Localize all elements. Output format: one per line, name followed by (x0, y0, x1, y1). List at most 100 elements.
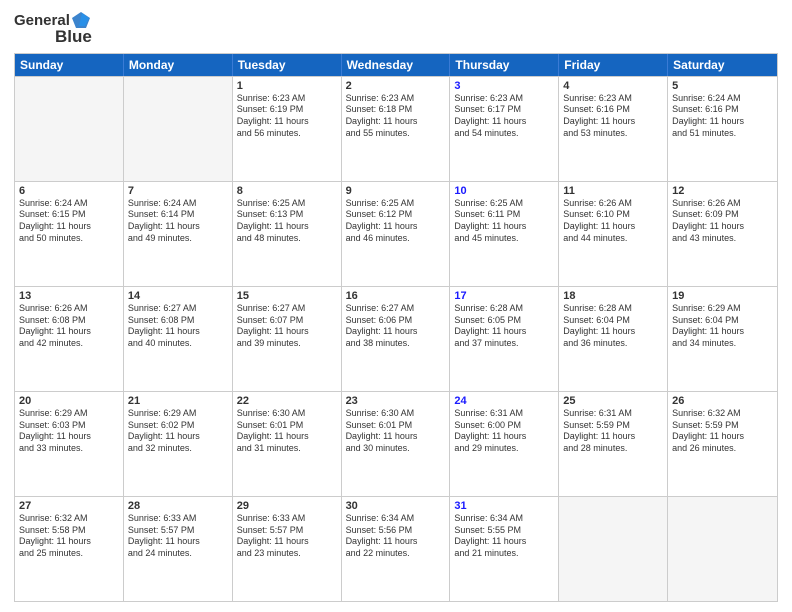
cell-line: Daylight: 11 hours (672, 221, 773, 233)
cell-line: and 22 minutes. (346, 548, 446, 560)
cell-line: Daylight: 11 hours (237, 221, 337, 233)
cell-line: Sunset: 5:57 PM (237, 525, 337, 537)
cell-line: Daylight: 11 hours (563, 431, 663, 443)
header-day-sunday: Sunday (15, 54, 124, 76)
cell-line: Daylight: 11 hours (237, 431, 337, 443)
cell-line: Daylight: 11 hours (128, 536, 228, 548)
cell-line: and 42 minutes. (19, 338, 119, 350)
cell-line: and 40 minutes. (128, 338, 228, 350)
cell-line: Sunset: 6:04 PM (563, 315, 663, 327)
cell-line: Daylight: 11 hours (563, 116, 663, 128)
cal-cell-empty-6 (668, 497, 777, 601)
cell-line: Daylight: 11 hours (454, 116, 554, 128)
header-day-friday: Friday (559, 54, 668, 76)
cell-line: Sunrise: 6:30 AM (346, 408, 446, 420)
cal-cell-2: 2Sunrise: 6:23 AMSunset: 6:18 PMDaylight… (342, 77, 451, 181)
cell-line: Sunrise: 6:31 AM (563, 408, 663, 420)
cell-line: Sunrise: 6:33 AM (128, 513, 228, 525)
cell-line: Sunset: 6:13 PM (237, 209, 337, 221)
cell-line: and 37 minutes. (454, 338, 554, 350)
day-number: 11 (563, 185, 663, 197)
cal-cell-28: 28Sunrise: 6:33 AMSunset: 5:57 PMDayligh… (124, 497, 233, 601)
cell-line: and 53 minutes. (563, 128, 663, 140)
cal-cell-3: 3Sunrise: 6:23 AMSunset: 6:17 PMDaylight… (450, 77, 559, 181)
cal-cell-23: 23Sunrise: 6:30 AMSunset: 6:01 PMDayligh… (342, 392, 451, 496)
cell-line: Sunrise: 6:23 AM (563, 93, 663, 105)
cell-line: Sunset: 6:02 PM (128, 420, 228, 432)
cal-cell-17: 17Sunrise: 6:28 AMSunset: 6:05 PMDayligh… (450, 287, 559, 391)
cal-cell-30: 30Sunrise: 6:34 AMSunset: 5:56 PMDayligh… (342, 497, 451, 601)
calendar-body: 1 Sunrise: 6:23 AM Sunset: 6:19 PM Daylight… (15, 76, 777, 601)
cell-line: Sunset: 6:04 PM (672, 315, 773, 327)
cell-line: and 24 minutes. (128, 548, 228, 560)
cell-line: and 36 minutes. (563, 338, 663, 350)
cell-line: Daylight: 11 hours (454, 221, 554, 233)
cell-line: Sunset: 6:10 PM (563, 209, 663, 221)
cell-line: Sunrise: 6:24 AM (672, 93, 773, 105)
cell-line: Daylight: 11 hours (346, 116, 446, 128)
cell-line: Daylight: 11 hours (563, 221, 663, 233)
cell-line: Sunset: 6:15 PM (19, 209, 119, 221)
cell-line: Sunrise: 6:29 AM (672, 303, 773, 315)
cal-cell-31: 31Sunrise: 6:34 AMSunset: 5:55 PMDayligh… (450, 497, 559, 601)
cal-cell-25: 25Sunrise: 6:31 AMSunset: 5:59 PMDayligh… (559, 392, 668, 496)
cell-line: Sunset: 5:57 PM (128, 525, 228, 537)
day-number: 22 (237, 395, 337, 407)
cell-line: Sunset: 6:07 PM (237, 315, 337, 327)
cell-line: Sunrise: 6:33 AM (237, 513, 337, 525)
cell-line: Sunrise: 6:27 AM (128, 303, 228, 315)
cell-line: Sunrise: 6:25 AM (237, 198, 337, 210)
cal-row-0: 1 Sunrise: 6:23 AM Sunset: 6:19 PM Daylight… (15, 76, 777, 181)
day-number: 8 (237, 185, 337, 197)
cell-line: and 23 minutes. (237, 548, 337, 560)
cell-line: Sunset: 6:08 PM (19, 315, 119, 327)
cell-line: Daylight: 11 hours (454, 536, 554, 548)
cal-cell-7: 7Sunrise: 6:24 AMSunset: 6:14 PMDaylight… (124, 182, 233, 286)
cell-line: Daylight: 11 hours (563, 326, 663, 338)
cell-line: Sunset: 5:56 PM (346, 525, 446, 537)
cell-line: Sunrise: 6:24 AM (128, 198, 228, 210)
cal-row-3: 20Sunrise: 6:29 AMSunset: 6:03 PMDayligh… (15, 391, 777, 496)
day-number: 28 (128, 500, 228, 512)
cal-row-2: 13Sunrise: 6:26 AMSunset: 6:08 PMDayligh… (15, 286, 777, 391)
cell-line: Sunrise: 6:29 AM (19, 408, 119, 420)
cell-line: and 34 minutes. (672, 338, 773, 350)
cell-line: Sunrise: 6:24 AM (19, 198, 119, 210)
cell-line: and 32 minutes. (128, 443, 228, 455)
cell-line: Daylight: 11 hours (128, 221, 228, 233)
cell-line: and 28 minutes. (563, 443, 663, 455)
cell-line: Sunset: 6:05 PM (454, 315, 554, 327)
cell-line: and 54 minutes. (454, 128, 554, 140)
cell-line: Daylight: 11 hours (237, 326, 337, 338)
cell-line: Sunset: 6:19 PM (237, 104, 337, 116)
cell-line: Sunrise: 6:28 AM (454, 303, 554, 315)
day-number: 4 (563, 80, 663, 92)
cell-line: and 55 minutes. (346, 128, 446, 140)
cal-cell-14: 14Sunrise: 6:27 AMSunset: 6:08 PMDayligh… (124, 287, 233, 391)
day-number: 9 (346, 185, 446, 197)
cell-line: and 25 minutes. (19, 548, 119, 560)
cell-line: and 51 minutes. (672, 128, 773, 140)
logo: General Blue (14, 10, 92, 47)
cal-cell-8: 8Sunrise: 6:25 AMSunset: 6:13 PMDaylight… (233, 182, 342, 286)
header-day-thursday: Thursday (450, 54, 559, 76)
cell-line: Daylight: 11 hours (19, 326, 119, 338)
cell-line: and 26 minutes. (672, 443, 773, 455)
header-day-wednesday: Wednesday (342, 54, 451, 76)
header-day-saturday: Saturday (668, 54, 777, 76)
cell-line: Daylight: 11 hours (672, 326, 773, 338)
cal-cell-9: 9Sunrise: 6:25 AMSunset: 6:12 PMDaylight… (342, 182, 451, 286)
logo-text-blue: Blue (55, 28, 92, 47)
cell-line: and 31 minutes. (237, 443, 337, 455)
cal-cell-21: 21Sunrise: 6:29 AMSunset: 6:02 PMDayligh… (124, 392, 233, 496)
day-number: 25 (563, 395, 663, 407)
cell-line: Sunrise: 6:29 AM (128, 408, 228, 420)
day-number: 1 (237, 80, 337, 92)
cell-line: Sunset: 6:09 PM (672, 209, 773, 221)
cell-line: Sunset: 6:14 PM (128, 209, 228, 221)
cal-cell-13: 13Sunrise: 6:26 AMSunset: 6:08 PMDayligh… (15, 287, 124, 391)
day-number: 19 (672, 290, 773, 302)
cell-line: Sunset: 6:01 PM (237, 420, 337, 432)
cell-line: Sunset: 6:11 PM (454, 209, 554, 221)
cell-line: Daylight: 11 hours (672, 116, 773, 128)
